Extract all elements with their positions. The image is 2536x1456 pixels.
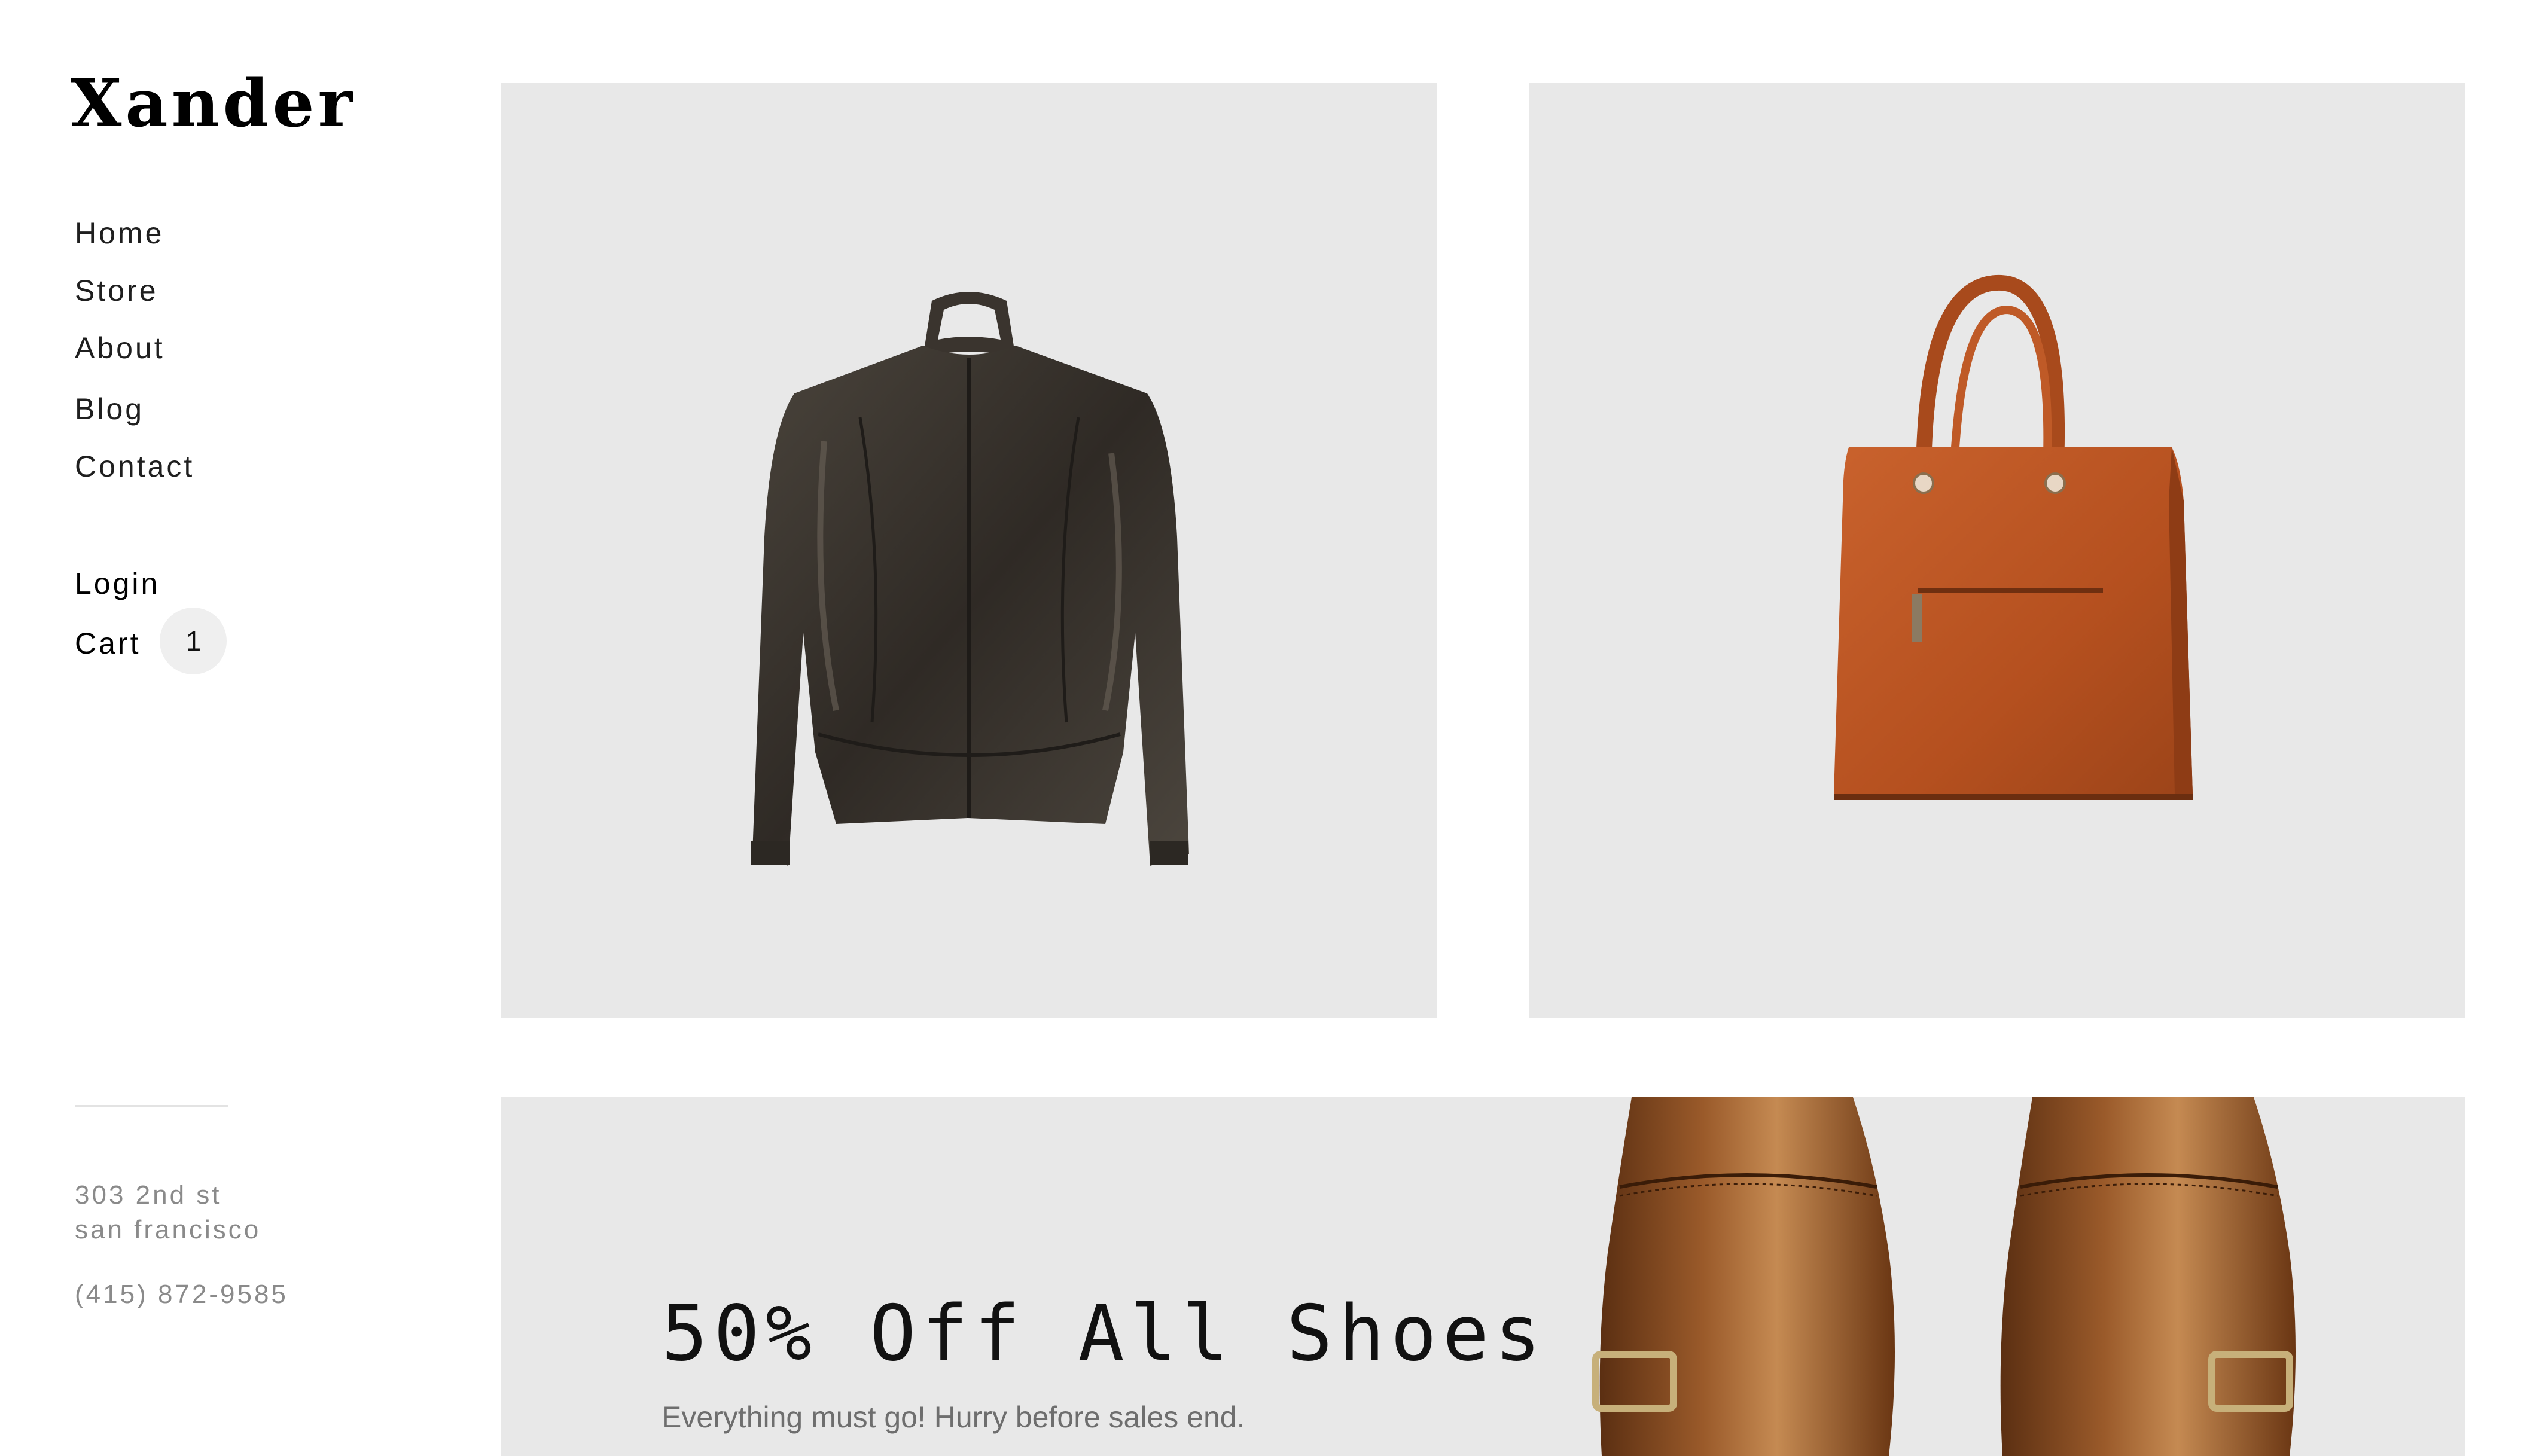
sidebar: Xander Home Store About Blog Contact Log… [0,0,478,1426]
cart-link[interactable]: Cart 1 [75,608,227,674]
promo-title: 50% Off All Shoes [662,1289,1547,1378]
address-line-2: san francisco [75,1215,261,1244]
nav-item-store[interactable]: Store [75,276,194,333]
handbag-image [1834,274,2193,800]
cart-label: Cart [75,627,141,660]
product-tile-handbag[interactable] [1529,83,2465,1018]
promo-banner[interactable]: 50% Off All Shoes Everything must go! Hu… [501,1097,2465,1456]
leather-jacket-image [751,292,1189,866]
promo-subtitle: Everything must go! Hurry before sales e… [662,1400,1245,1434]
nav-item-home[interactable]: Home [75,218,194,276]
login-link[interactable]: Login [75,555,227,612]
nav-item-contact[interactable]: Contact [75,451,194,509]
cart-count-badge: 1 [160,608,227,674]
account-links: Login Cart 1 [75,555,227,674]
nav-item-blog[interactable]: Blog [75,394,194,451]
sidebar-divider [75,1105,228,1107]
main-nav: Home Store About Blog Contact [75,218,194,509]
phone-number[interactable]: (415) 872-9585 [75,1277,288,1312]
address-line-1: 303 2nd st [75,1180,222,1210]
site-logo[interactable]: Xander [71,71,356,136]
shoes-image [1592,1097,2296,1456]
store-contact-info: 303 2nd st san francisco (415) 872-9585 [75,1178,288,1312]
product-tile-jacket[interactable] [501,83,1437,1018]
nav-item-about[interactable]: About [75,333,194,390]
